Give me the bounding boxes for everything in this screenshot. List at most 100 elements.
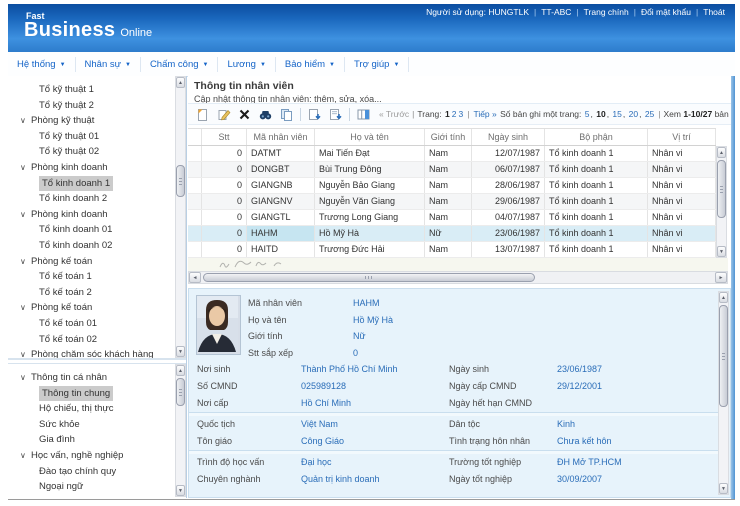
field-value: 30/09/2007 bbox=[557, 471, 602, 488]
table-row[interactable]: 0GIANGNVNguyễn Văn GiangNam29/06/1987Tổ … bbox=[188, 194, 716, 210]
header-link--i-m-t-kh-u[interactable]: Đổi mật khẩu bbox=[641, 7, 691, 17]
scrollbar-thumb[interactable] bbox=[719, 305, 728, 407]
export-alt-icon[interactable] bbox=[328, 107, 343, 122]
org-tree-item-1[interactable]: Tổ kỹ thuật 2 bbox=[8, 98, 186, 114]
org-tree-scrollbar[interactable]: ▲ ▼ bbox=[175, 76, 186, 358]
scroll-down-icon[interactable]: ▼ bbox=[717, 246, 726, 257]
cell-pos: Nhân vi bbox=[648, 226, 716, 241]
page-number-1[interactable]: 1 bbox=[445, 109, 450, 119]
scroll-right-icon[interactable]: ► bbox=[715, 272, 727, 283]
org-tree-item-15[interactable]: Tổ kế toán 01 bbox=[8, 316, 186, 332]
page-size-20[interactable]: 20 bbox=[629, 109, 638, 119]
org-tree-item-16[interactable]: Tổ kế toán 02 bbox=[8, 332, 186, 348]
menu-item-0[interactable]: Hệ thống▼ bbox=[8, 57, 76, 72]
org-tree-item-12[interactable]: Tổ kế toán 1 bbox=[8, 269, 186, 285]
edit-icon[interactable] bbox=[216, 107, 231, 122]
table-row[interactable]: 0HAHMHồ Mỹ HàNữ23/06/1987Tổ kinh doanh 1… bbox=[188, 226, 716, 242]
scroll-up-icon[interactable]: ▲ bbox=[176, 77, 185, 88]
org-tree-item-5[interactable]: ∨Phòng kinh doanh bbox=[8, 160, 186, 176]
nav-tree-item-8[interactable]: Bồi dưỡng nghiệp vụ chuyên môn bbox=[8, 495, 186, 497]
scroll-down-icon[interactable]: ▼ bbox=[176, 346, 185, 357]
nav-tree-item-1[interactable]: Thông tin chung bbox=[8, 386, 186, 402]
page-size-10[interactable]: 10 bbox=[596, 109, 605, 119]
org-tree-item-0[interactable]: Tổ kỹ thuật 1 bbox=[8, 82, 186, 98]
org-tree-item-label: Tổ kinh doanh 2 bbox=[39, 191, 107, 207]
nav-tree-scrollbar[interactable]: ▲ ▼ bbox=[175, 364, 186, 497]
column-header-gender[interactable]: Giới tính bbox=[425, 129, 472, 145]
scrollbar-thumb[interactable] bbox=[176, 378, 185, 406]
table-row[interactable]: 0DATMTMai Tiến ĐạtNam12/07/1987Tổ kinh d… bbox=[188, 146, 716, 162]
org-tree-item-6[interactable]: Tổ kinh doanh 1 bbox=[8, 176, 186, 192]
columns-icon[interactable] bbox=[356, 107, 371, 122]
next-page-button[interactable]: Tiếp » bbox=[473, 109, 496, 119]
cell-dob: 23/06/1987 bbox=[472, 226, 545, 241]
page-title: Thông tin nhân viên bbox=[194, 80, 731, 92]
scrollbar-thumb[interactable] bbox=[203, 273, 535, 282]
menu-item-1[interactable]: Nhân sự▼ bbox=[76, 57, 141, 72]
table-row[interactable]: 0GIANGNBNguyễn Bảo GiangNam28/06/1987Tổ … bbox=[188, 178, 716, 194]
scroll-up-icon[interactable]: ▲ bbox=[176, 365, 185, 376]
org-tree-item-13[interactable]: Tổ kế toán 2 bbox=[8, 285, 186, 301]
column-header-dob[interactable]: Ngày sinh bbox=[472, 129, 545, 145]
table-row[interactable]: 0DONGBTBùi Trung ĐôngNam06/07/1987Tổ kin… bbox=[188, 162, 716, 178]
menu-item-2[interactable]: Chấm công▼ bbox=[141, 57, 219, 72]
nav-tree-item-0[interactable]: ∨Thông tin cá nhân bbox=[8, 370, 186, 386]
column-header-name[interactable]: Họ và tên bbox=[315, 129, 425, 145]
prev-page-button[interactable]: « Trước bbox=[379, 109, 409, 119]
view-label: Xem bbox=[664, 109, 684, 119]
org-tree-item-4[interactable]: Tổ kỹ thuật 02 bbox=[8, 144, 186, 160]
menu-item-3[interactable]: Lương▼ bbox=[218, 57, 275, 72]
scroll-down-icon[interactable]: ▼ bbox=[719, 483, 728, 494]
org-tree-item-14[interactable]: ∨Phòng kế toán bbox=[8, 300, 186, 316]
column-header-pos[interactable]: Vị trí bbox=[648, 129, 716, 145]
nav-tree-item-4[interactable]: Gia đình bbox=[8, 432, 186, 448]
scroll-up-icon[interactable]: ▲ bbox=[719, 292, 728, 303]
nav-tree-item-5[interactable]: ∨Học vấn, nghề nghiệp bbox=[8, 448, 186, 464]
detail-scrollbar[interactable]: ▲ ▼ bbox=[718, 291, 729, 495]
org-tree-item-label: Tổ kỹ thuật 01 bbox=[39, 129, 99, 145]
delete-icon[interactable] bbox=[237, 107, 252, 122]
scrollbar-thumb[interactable] bbox=[176, 165, 185, 197]
column-header-select[interactable] bbox=[188, 129, 202, 145]
nav-tree-item-2[interactable]: Hộ chiếu, thị thực bbox=[8, 401, 186, 417]
column-header-dept[interactable]: Bộ phận bbox=[545, 129, 648, 145]
page-number-2[interactable]: 2 bbox=[452, 109, 457, 119]
column-header-code[interactable]: Mã nhân viên bbox=[247, 129, 315, 145]
nav-tree-item-3[interactable]: Sức khỏe bbox=[8, 417, 186, 433]
page-size-15[interactable]: 15 bbox=[612, 109, 621, 119]
cell-select bbox=[188, 146, 202, 161]
org-tree-panel: Tổ kỹ thuật 1Tổ kỹ thuật 2∨Phòng kỹ thuậ… bbox=[8, 76, 186, 360]
org-tree-item-2[interactable]: ∨Phòng kỹ thuật bbox=[8, 113, 186, 129]
scroll-up-icon[interactable]: ▲ bbox=[717, 147, 726, 158]
copy-icon[interactable] bbox=[279, 107, 294, 122]
org-tree-item-8[interactable]: ∨Phòng kinh doanh bbox=[8, 207, 186, 223]
org-tree-item-11[interactable]: ∨Phòng kế toán bbox=[8, 254, 186, 270]
scroll-down-icon[interactable]: ▼ bbox=[176, 485, 185, 496]
org-tree-item-3[interactable]: Tổ kỹ thuật 01 bbox=[8, 129, 186, 145]
add-icon[interactable] bbox=[195, 107, 210, 122]
menu-item-5[interactable]: Trợ giúp▼ bbox=[345, 57, 409, 72]
nav-tree-item-6[interactable]: Đào tạo chính quy bbox=[8, 464, 186, 480]
table-horizontal-scrollbar[interactable]: ◄ ► bbox=[188, 271, 728, 284]
nav-tree-item-7[interactable]: Ngoại ngữ bbox=[8, 479, 186, 495]
header-link-trang-ch-nh[interactable]: Trang chính bbox=[584, 7, 629, 17]
export-icon[interactable] bbox=[307, 107, 322, 122]
search-icon[interactable] bbox=[258, 107, 273, 122]
page-number-3[interactable]: 3 bbox=[458, 109, 463, 119]
table-scrollbar[interactable]: ▲ ▼ bbox=[716, 146, 727, 258]
table-row[interactable]: 0HAITDTrương Đức HảiNam13/07/1987Tổ kinh… bbox=[188, 242, 716, 258]
page-size-5[interactable]: 5 bbox=[585, 109, 590, 119]
menu-item-4[interactable]: Bảo hiểm▼ bbox=[276, 57, 345, 72]
scrollbar-thumb[interactable] bbox=[717, 160, 726, 218]
org-tree-item-7[interactable]: Tổ kinh doanh 2 bbox=[8, 191, 186, 207]
field-value: Đại học bbox=[301, 454, 332, 471]
org-tree-item-17[interactable]: ∨Phòng chăm sóc khách hàng bbox=[8, 347, 186, 360]
header-link-tt-abc[interactable]: TT-ABC bbox=[541, 7, 571, 17]
column-header-stt[interactable]: Stt bbox=[202, 129, 247, 145]
header-link-tho-t[interactable]: Thoát bbox=[703, 7, 725, 17]
page-size-25[interactable]: 25 bbox=[645, 109, 654, 119]
org-tree-item-10[interactable]: Tổ kinh doanh 02 bbox=[8, 238, 186, 254]
org-tree-item-9[interactable]: Tổ kinh doanh 01 bbox=[8, 222, 186, 238]
table-row[interactable]: 0GIANGTLTrương Long GiangNam04/07/1987Tổ… bbox=[188, 210, 716, 226]
scroll-left-icon[interactable]: ◄ bbox=[189, 272, 201, 283]
